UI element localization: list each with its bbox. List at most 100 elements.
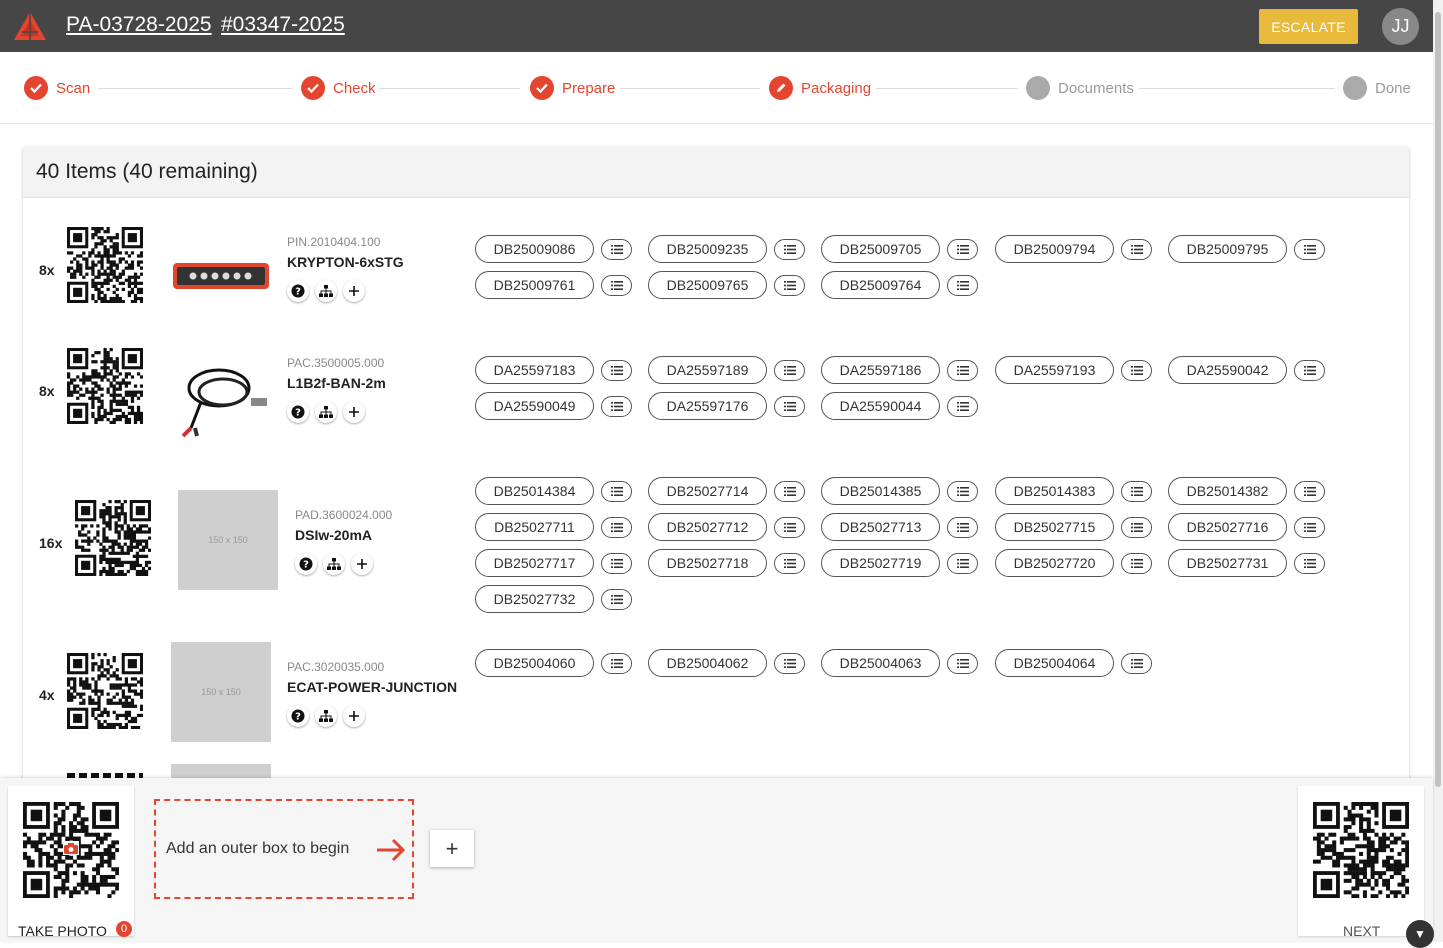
serial-chip[interactable]: DA25590042: [1168, 356, 1287, 384]
serial-chip[interactable]: DB25027720: [995, 549, 1114, 577]
serial-chip[interactable]: DB25004064: [995, 649, 1114, 677]
plus-icon[interactable]: [351, 553, 373, 575]
list-icon[interactable]: [1294, 481, 1325, 502]
help-icon[interactable]: ?: [287, 401, 309, 423]
list-icon[interactable]: [1121, 553, 1152, 574]
take-photo-button[interactable]: TAKE PHOTO 0: [8, 786, 134, 939]
outer-box-dropzone[interactable]: Add an outer box to begin: [154, 799, 414, 899]
serial-chip[interactable]: DB25027719: [821, 549, 940, 577]
serial-chip[interactable]: DA25597176: [648, 392, 767, 420]
serial-chip[interactable]: DB25014383: [995, 477, 1114, 505]
serial-chip[interactable]: DB25027716: [1168, 513, 1287, 541]
step-done[interactable]: Done: [1343, 76, 1411, 100]
list-icon[interactable]: [1294, 553, 1325, 574]
add-outer-box-button[interactable]: +: [430, 830, 474, 867]
list-icon[interactable]: [601, 553, 632, 574]
serial-chip[interactable]: DB25004060: [475, 649, 594, 677]
hierarchy-icon[interactable]: [315, 401, 337, 423]
list-icon[interactable]: [601, 517, 632, 538]
list-icon[interactable]: [1121, 360, 1152, 381]
serial-chip[interactable]: DB25027715: [995, 513, 1114, 541]
serial-chip[interactable]: DB25009765: [648, 271, 767, 299]
serial-chip[interactable]: DB25027712: [648, 513, 767, 541]
serial-chip[interactable]: DB25027713: [821, 513, 940, 541]
list-icon[interactable]: [601, 239, 632, 260]
list-icon[interactable]: [774, 653, 805, 674]
serial-chip[interactable]: DA25597186: [821, 356, 940, 384]
serial-chip[interactable]: DB25004062: [648, 649, 767, 677]
serial-chip[interactable]: DB25014382: [1168, 477, 1287, 505]
plus-icon[interactable]: [343, 280, 365, 302]
list-icon[interactable]: [1121, 481, 1152, 502]
serial-chip[interactable]: DB25009794: [995, 235, 1114, 263]
serial-chip[interactable]: DB25009235: [648, 235, 767, 263]
list-icon[interactable]: [947, 275, 978, 296]
serial-chip[interactable]: DB25027717: [475, 549, 594, 577]
step-scan[interactable]: Scan: [24, 76, 90, 100]
chevron-down-icon[interactable]: ▼: [1406, 920, 1434, 948]
serial-chip[interactable]: DB25014384: [475, 477, 594, 505]
list-icon[interactable]: [774, 275, 805, 296]
plus-icon[interactable]: [343, 401, 365, 423]
list-icon[interactable]: [601, 589, 632, 610]
list-icon[interactable]: [774, 481, 805, 502]
list-icon[interactable]: [947, 517, 978, 538]
serial-chip[interactable]: DB25027731: [1168, 549, 1287, 577]
list-icon[interactable]: [1121, 239, 1152, 260]
hierarchy-icon[interactable]: [323, 553, 345, 575]
list-icon[interactable]: [601, 653, 632, 674]
serial-chip[interactable]: DA25597183: [475, 356, 594, 384]
hierarchy-icon[interactable]: [315, 705, 337, 727]
serial-chip[interactable]: DA25590044: [821, 392, 940, 420]
list-icon[interactable]: [1294, 239, 1325, 260]
serial-chip[interactable]: DA25597193: [995, 356, 1114, 384]
list-icon[interactable]: [1121, 653, 1152, 674]
escalate-button[interactable]: ESCALATE: [1259, 9, 1358, 44]
serial-chip[interactable]: DB25009086: [475, 235, 594, 263]
serial-chip[interactable]: DB25009705: [821, 235, 940, 263]
serial-chip[interactable]: DB25027711: [475, 513, 594, 541]
list-icon[interactable]: [774, 360, 805, 381]
serial-chip[interactable]: DB25027714: [648, 477, 767, 505]
list-icon[interactable]: [947, 553, 978, 574]
list-icon[interactable]: [774, 517, 805, 538]
list-icon[interactable]: [947, 481, 978, 502]
list-icon[interactable]: [947, 360, 978, 381]
serial-chip[interactable]: DB25009795: [1168, 235, 1287, 263]
next-button[interactable]: NEXT: [1298, 786, 1424, 939]
plus-icon[interactable]: [343, 705, 365, 727]
ticket-ref-link[interactable]: #03347-2025: [221, 13, 345, 37]
avatar[interactable]: JJ: [1382, 8, 1419, 45]
serial-chip[interactable]: DB25009761: [475, 271, 594, 299]
serial-chip[interactable]: DA25597189: [648, 356, 767, 384]
list-icon[interactable]: [947, 239, 978, 260]
list-icon[interactable]: [947, 653, 978, 674]
list-icon[interactable]: [1294, 360, 1325, 381]
list-icon[interactable]: [601, 396, 632, 417]
step-check[interactable]: Check: [301, 76, 376, 100]
help-icon[interactable]: ?: [287, 705, 309, 727]
list-icon[interactable]: [1294, 517, 1325, 538]
hierarchy-icon[interactable]: [315, 280, 337, 302]
serial-chip[interactable]: DA25590049: [475, 392, 594, 420]
step-prepare[interactable]: Prepare: [530, 76, 615, 100]
serial-chip[interactable]: DB25009764: [821, 271, 940, 299]
list-icon[interactable]: [947, 396, 978, 417]
list-icon[interactable]: [601, 481, 632, 502]
help-icon[interactable]: ?: [295, 553, 317, 575]
serial-chip[interactable]: DB25027718: [648, 549, 767, 577]
order-ref-link[interactable]: PA-03728-2025: [66, 13, 212, 37]
list-icon[interactable]: [774, 553, 805, 574]
serial-chip[interactable]: DB25027732: [475, 585, 594, 613]
list-icon[interactable]: [774, 239, 805, 260]
serial-chip[interactable]: DB25014385: [821, 477, 940, 505]
step-packaging[interactable]: Packaging: [769, 76, 871, 100]
list-icon[interactable]: [601, 275, 632, 296]
scrollbar-thumb[interactable]: [1435, 12, 1441, 787]
list-icon[interactable]: [1121, 517, 1152, 538]
serial-chip[interactable]: DB25004063: [821, 649, 940, 677]
step-documents[interactable]: Documents: [1026, 76, 1134, 100]
list-icon[interactable]: [601, 360, 632, 381]
help-icon[interactable]: ?: [287, 280, 309, 302]
list-icon[interactable]: [774, 396, 805, 417]
